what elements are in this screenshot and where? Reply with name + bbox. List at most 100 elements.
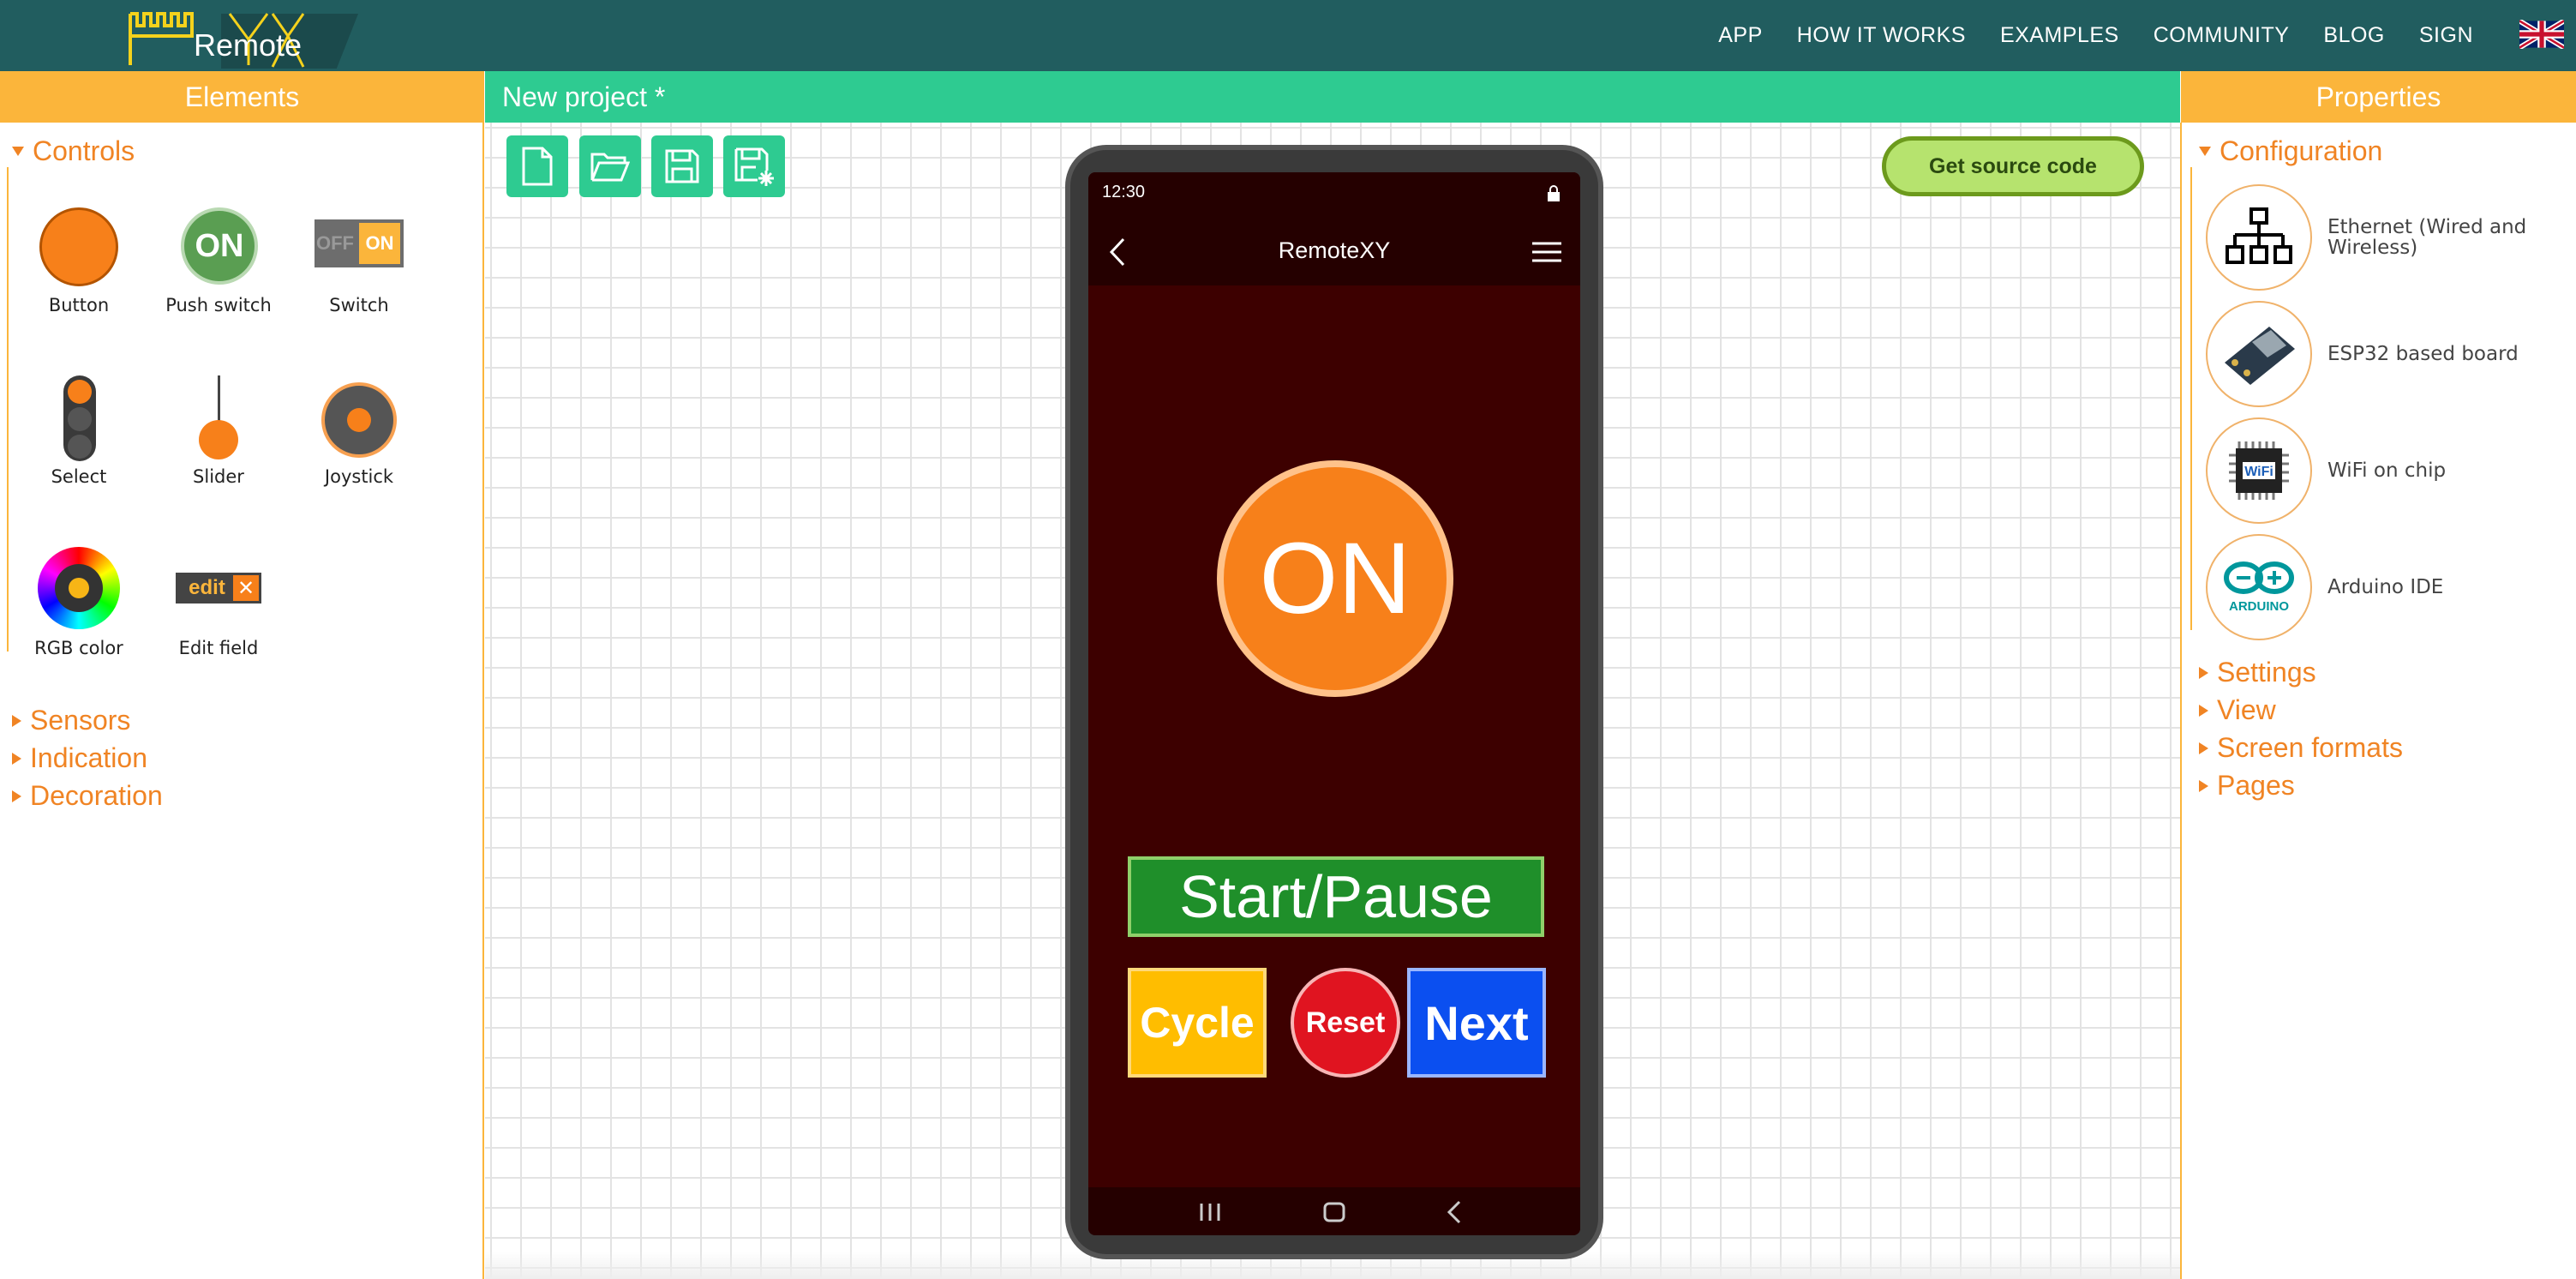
- config-label: Arduino IDE: [2327, 576, 2444, 598]
- chevron-down-icon: [2199, 147, 2211, 156]
- save-as-button[interactable]: [723, 135, 785, 197]
- open-folder-icon: [590, 153, 630, 182]
- config-ethernet[interactable]: Ethernet (Wired and Wireless): [2206, 183, 2566, 291]
- category-label: Controls: [33, 135, 135, 166]
- project-title[interactable]: New project *: [485, 71, 2180, 123]
- properties-panel-title: Properties: [2181, 71, 2576, 123]
- new-file-icon: [522, 147, 553, 186]
- section-label: Configuration: [2220, 135, 2383, 166]
- section-settings[interactable]: Settings: [2199, 657, 2316, 688]
- nav-app[interactable]: APP: [1718, 23, 1763, 48]
- element-switch[interactable]: OFF ON Switch: [291, 204, 428, 315]
- chevron-right-icon: [12, 790, 21, 802]
- home-icon[interactable]: [1323, 1202, 1345, 1222]
- select-icon: [36, 375, 122, 461]
- nav-examples[interactable]: EXAMPLES: [2000, 23, 2119, 48]
- section-pages[interactable]: Pages: [2199, 770, 2295, 802]
- uk-flag-icon[interactable]: [2519, 20, 2564, 49]
- next-button[interactable]: Next: [1407, 968, 1546, 1078]
- chevron-down-icon: [12, 147, 24, 156]
- lock-icon: [1548, 185, 1560, 201]
- configuration-divider: [2190, 167, 2192, 630]
- save-as-icon: [734, 147, 774, 186]
- main-nav: APP HOW IT WORKS EXAMPLES COMMUNITY BLOG…: [1718, 0, 2473, 71]
- category-indication[interactable]: Indication: [12, 742, 147, 774]
- esp32-board-icon: [2206, 301, 2312, 407]
- category-label: Indication: [30, 742, 147, 773]
- phone-preview: 12:30 RemoteXY ON Start/Pause Cycle Rese…: [1065, 145, 1603, 1259]
- nav-how-it-works[interactable]: HOW IT WORKS: [1797, 23, 1966, 48]
- section-label: Settings: [2217, 657, 2316, 688]
- menu-icon[interactable]: [1532, 241, 1561, 263]
- element-edit-field[interactable]: edit ✕ Edit field: [150, 547, 287, 658]
- chevron-right-icon: [2199, 666, 2208, 679]
- element-joystick[interactable]: Joystick: [291, 375, 428, 487]
- on-toggle-button[interactable]: ON: [1217, 460, 1453, 697]
- new-file-button[interactable]: [506, 135, 568, 197]
- push-switch-icon: ON: [176, 204, 261, 290]
- element-label: Joystick: [324, 466, 394, 487]
- open-project-button[interactable]: [579, 135, 641, 197]
- nav-sign[interactable]: SIGN: [2419, 23, 2473, 48]
- back-icon[interactable]: [1447, 1200, 1462, 1224]
- edit-field-icon: edit ✕: [176, 547, 261, 633]
- category-label: Sensors: [30, 705, 131, 736]
- recent-apps-icon[interactable]: [1198, 1202, 1222, 1222]
- element-label: Select: [51, 466, 107, 487]
- get-source-code-button[interactable]: Get source code: [1882, 136, 2144, 196]
- android-nav-bar: [1088, 1187, 1580, 1235]
- element-slider[interactable]: Slider: [150, 375, 287, 487]
- element-button[interactable]: Button: [10, 204, 147, 315]
- section-label: View: [2217, 694, 2276, 725]
- reset-button[interactable]: Reset: [1291, 968, 1400, 1078]
- category-decoration[interactable]: Decoration: [12, 780, 163, 812]
- phone-screen[interactable]: 12:30 RemoteXY ON Start/Pause Cycle Rese…: [1088, 172, 1580, 1235]
- app-title: RemoteXY: [1278, 237, 1391, 263]
- config-wifi-chip[interactable]: WiFi WiFi on chip: [2206, 417, 2566, 525]
- category-label: Decoration: [30, 780, 163, 811]
- section-screen-formats[interactable]: Screen formats: [2199, 732, 2403, 764]
- chevron-right-icon: [2199, 742, 2208, 754]
- element-label: Switch: [329, 295, 389, 315]
- section-configuration[interactable]: Configuration: [2199, 135, 2382, 167]
- switch-icon: OFF ON: [315, 204, 404, 290]
- element-label: Edit field: [178, 638, 259, 658]
- section-view[interactable]: View: [2199, 694, 2276, 726]
- category-controls[interactable]: Controls: [12, 135, 135, 167]
- nav-blog[interactable]: BLOG: [2323, 23, 2384, 48]
- config-esp32[interactable]: ESP32 based board: [2206, 300, 2566, 408]
- element-rgb-color[interactable]: RGB color: [10, 547, 147, 658]
- category-sensors[interactable]: Sensors: [12, 705, 130, 736]
- cycle-button[interactable]: Cycle: [1128, 968, 1267, 1078]
- rgb-color-icon: [36, 547, 122, 633]
- chevron-right-icon: [12, 752, 21, 765]
- section-label: Pages: [2217, 770, 2295, 801]
- config-arduino-ide[interactable]: ARDUINO Arduino IDE: [2206, 533, 2566, 641]
- svg-text:ARDUINO: ARDUINO: [2229, 599, 2289, 614]
- svg-text:WiFi: WiFi: [2244, 465, 2273, 479]
- wifi-chip-icon: WiFi: [2206, 417, 2312, 524]
- element-label: RGB color: [34, 638, 123, 658]
- element-push-switch[interactable]: ON Push switch: [150, 204, 287, 315]
- chevron-right-icon: [2199, 779, 2208, 792]
- element-label: Push switch: [165, 295, 272, 315]
- logo-text: Remote: [194, 27, 303, 63]
- elements-panel-title: Elements: [0, 71, 484, 123]
- slider-icon: [176, 375, 261, 461]
- save-button[interactable]: [651, 135, 713, 197]
- config-label: Ethernet (Wired and Wireless): [2327, 216, 2527, 259]
- element-select[interactable]: Select: [10, 375, 147, 487]
- button-icon: [36, 204, 122, 290]
- network-icon: [2206, 184, 2312, 291]
- app-bar: RemoteXY: [1088, 217, 1580, 285]
- section-label: Screen formats: [2217, 732, 2403, 763]
- nav-community[interactable]: COMMUNITY: [2154, 23, 2290, 48]
- joystick-icon: [316, 375, 402, 461]
- top-bar: Remote APP HOW IT WORKS EXAMPLES COMMUNI…: [0, 0, 2576, 71]
- status-time: 12:30: [1102, 183, 1146, 201]
- chevron-right-icon: [2199, 704, 2208, 717]
- start-pause-button[interactable]: Start/Pause: [1128, 856, 1544, 937]
- arduino-icon: ARDUINO: [2206, 534, 2312, 640]
- config-label: ESP32 based board: [2327, 343, 2519, 365]
- config-label: WiFi on chip: [2327, 459, 2447, 482]
